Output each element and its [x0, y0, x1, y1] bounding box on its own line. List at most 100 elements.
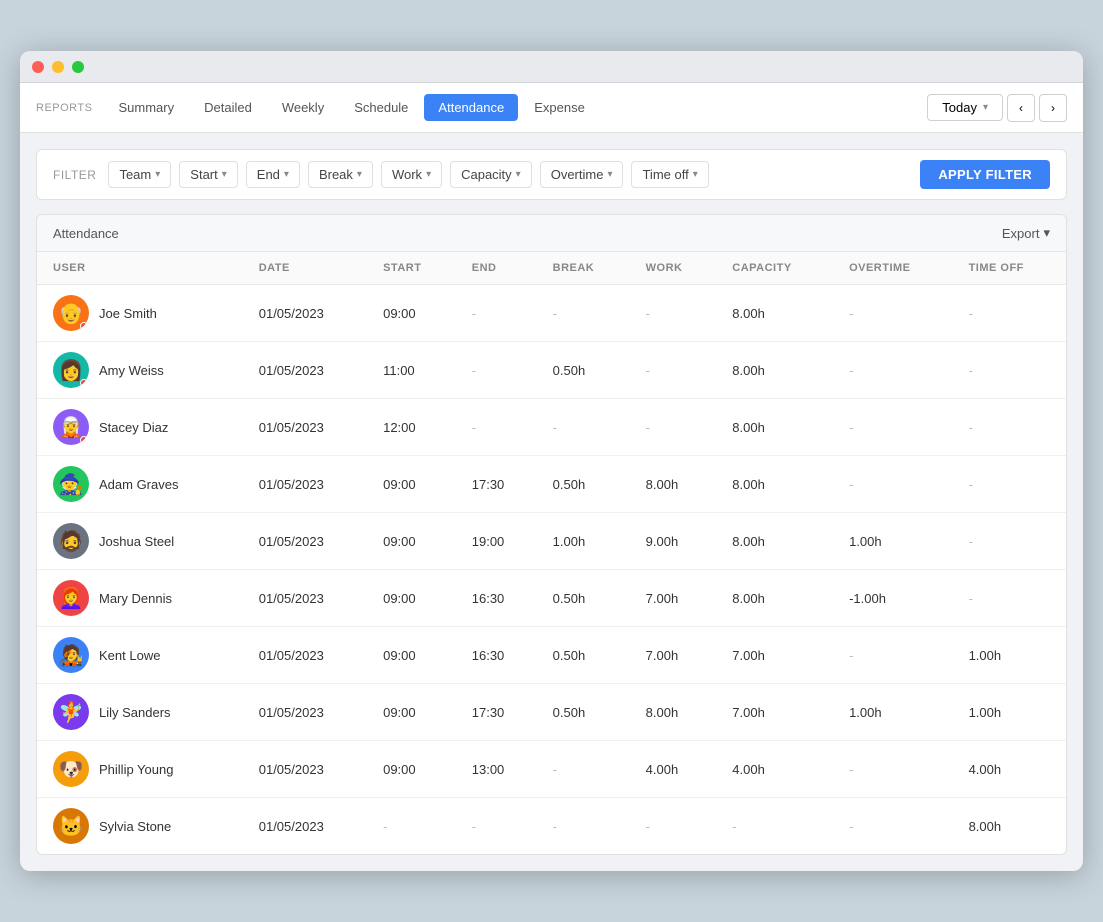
cell-start: 12:00 [369, 399, 458, 456]
cell-date: 01/05/2023 [245, 570, 369, 627]
table-row: 🐱 Sylvia Stone 01/05/2023------8.00h [37, 798, 1066, 855]
next-arrow-button[interactable]: › [1039, 94, 1067, 122]
status-dot [80, 436, 88, 444]
user-name: Sylvia Stone [99, 819, 171, 834]
cell-timeoff: - [955, 513, 1066, 570]
cell-timeoff: - [955, 456, 1066, 513]
filter-overtime[interactable]: Overtime ▾ [540, 161, 624, 188]
tab-attendance[interactable]: Attendance [424, 94, 518, 121]
cell-date: 01/05/2023 [245, 285, 369, 342]
tab-weekly[interactable]: Weekly [268, 94, 338, 121]
col-timeoff: TIME OFF [955, 252, 1066, 285]
tab-detailed[interactable]: Detailed [190, 94, 266, 121]
cell-start: 09:00 [369, 570, 458, 627]
cell-capacity: 7.00h [718, 684, 835, 741]
cell-capacity: 8.00h [718, 456, 835, 513]
filter-start-chevron-icon: ▾ [222, 169, 227, 180]
user-cell: 🐱 Sylvia Stone [37, 798, 245, 855]
user-cell: 👩 Amy Weiss [37, 342, 245, 399]
filter-end[interactable]: End ▾ [246, 161, 300, 188]
cell-overtime: - [835, 285, 955, 342]
cell-overtime: - [835, 627, 955, 684]
cell-break: 1.00h [539, 513, 632, 570]
empty-value: - [849, 648, 853, 663]
prev-arrow-button[interactable]: ‹ [1007, 94, 1035, 122]
table-row: 🐶 Phillip Young 01/05/202309:0013:00-4.0… [37, 741, 1066, 798]
cell-start: 11:00 [369, 342, 458, 399]
user-name: Amy Weiss [99, 363, 164, 378]
cell-end: 17:30 [458, 456, 539, 513]
tab-expense[interactable]: Expense [520, 94, 599, 121]
cell-capacity: 8.00h [718, 399, 835, 456]
avatar: 🐱 [53, 808, 89, 844]
filter-team-chevron-icon: ▾ [155, 169, 160, 180]
cell-overtime: 1.00h [835, 513, 955, 570]
filter-break-label: Break [319, 167, 353, 182]
attendance-table: USER DATE START END BREAK WORK CAPACITY … [37, 252, 1066, 854]
cell-timeoff: 1.00h [955, 627, 1066, 684]
cell-end: 16:30 [458, 570, 539, 627]
cell-break: 0.50h [539, 684, 632, 741]
cell-break: 0.50h [539, 456, 632, 513]
user-name: Stacey Diaz [99, 420, 168, 435]
empty-value: - [969, 363, 973, 378]
cell-end: - [458, 342, 539, 399]
filter-capacity-label: Capacity [461, 167, 512, 182]
filter-timeoff-chevron-icon: ▾ [693, 169, 698, 180]
cell-work: - [632, 399, 719, 456]
cell-work: - [632, 798, 719, 855]
today-button[interactable]: Today ▾ [927, 94, 1003, 121]
user-cell: 🧚 Lily Sanders [37, 684, 245, 741]
cell-date: 01/05/2023 [245, 627, 369, 684]
tab-schedule[interactable]: Schedule [340, 94, 422, 121]
export-label: Export [1002, 226, 1040, 241]
table-row: 🧔 Joshua Steel 01/05/202309:0019:001.00h… [37, 513, 1066, 570]
minimize-dot[interactable] [52, 61, 64, 73]
nav-right: Today ▾ ‹ › [927, 94, 1067, 122]
filter-break-chevron-icon: ▾ [357, 169, 362, 180]
cell-overtime: - [835, 741, 955, 798]
filter-start-label: Start [190, 167, 217, 182]
cell-work: - [632, 342, 719, 399]
filter-break[interactable]: Break ▾ [308, 161, 373, 188]
filter-start[interactable]: Start ▾ [179, 161, 238, 188]
today-label: Today [942, 100, 977, 115]
filter-work[interactable]: Work ▾ [381, 161, 442, 188]
cell-date: 01/05/2023 [245, 513, 369, 570]
maximize-dot[interactable] [72, 61, 84, 73]
cell-capacity: 8.00h [718, 285, 835, 342]
export-button[interactable]: Export ▾ [1002, 225, 1050, 241]
filter-team[interactable]: Team ▾ [108, 161, 171, 188]
cell-end: 17:30 [458, 684, 539, 741]
empty-value: - [646, 306, 650, 321]
avatar: 🧝 [53, 409, 89, 445]
table-header-bar: Attendance Export ▾ [37, 215, 1066, 252]
cell-break: - [539, 798, 632, 855]
col-user: USER [37, 252, 245, 285]
cell-break: - [539, 285, 632, 342]
user-cell: 👴 Joe Smith [37, 285, 245, 342]
apply-filter-button[interactable]: APPLY FILTER [920, 160, 1050, 189]
filter-timeoff[interactable]: Time off ▾ [631, 161, 708, 188]
cell-overtime: - [835, 399, 955, 456]
col-break: BREAK [539, 252, 632, 285]
user-cell: 🧙 Adam Graves [37, 456, 245, 513]
cell-work: - [632, 285, 719, 342]
cell-overtime: - [835, 342, 955, 399]
table-row: 👩‍🦰 Mary Dennis 01/05/202309:0016:300.50… [37, 570, 1066, 627]
filter-end-chevron-icon: ▾ [284, 169, 289, 180]
tab-summary[interactable]: Summary [104, 94, 188, 121]
cell-start: 09:00 [369, 513, 458, 570]
filter-bar: FILTER Team ▾ Start ▾ End ▾ Break ▾ Work… [36, 149, 1067, 200]
empty-value: - [849, 819, 853, 834]
cell-capacity: 4.00h [718, 741, 835, 798]
user-name: Adam Graves [99, 477, 178, 492]
user-name: Mary Dennis [99, 591, 172, 606]
filter-capacity[interactable]: Capacity ▾ [450, 161, 532, 188]
close-dot[interactable] [32, 61, 44, 73]
cell-timeoff: 8.00h [955, 798, 1066, 855]
empty-value: - [553, 420, 557, 435]
filter-capacity-chevron-icon: ▾ [516, 169, 521, 180]
filter-label: FILTER [53, 168, 96, 182]
filter-team-label: Team [119, 167, 151, 182]
